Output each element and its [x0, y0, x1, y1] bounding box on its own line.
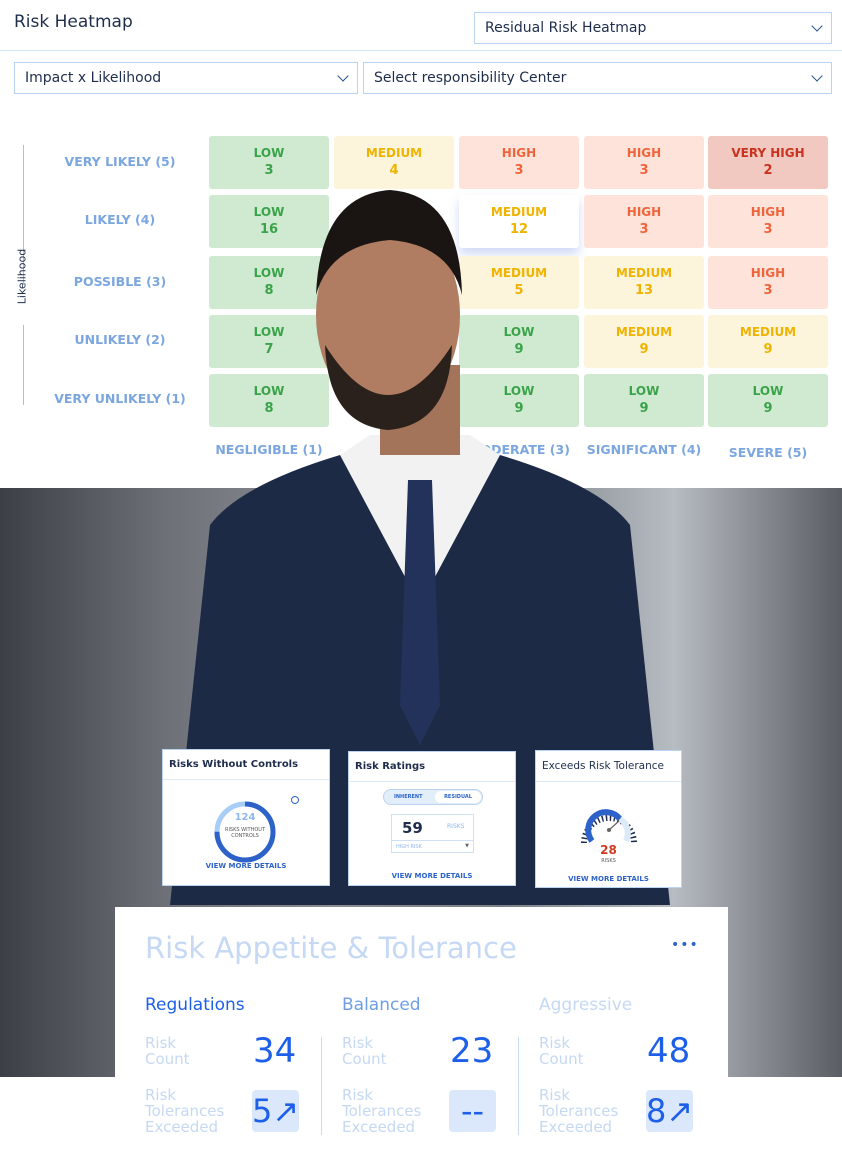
risk-count-value: 34	[253, 1031, 297, 1071]
axis-line	[23, 325, 24, 405]
tolerances-exceeded-label: Risk Tolerances Exceeded	[539, 1086, 619, 1136]
cell-level: HIGH	[750, 205, 786, 219]
cell-count: 2	[763, 163, 773, 178]
risk-ratings-card: Risk Ratings INHERENT RESIDUAL 59 RISKS …	[348, 751, 516, 886]
cell-level: MEDIUM	[365, 146, 423, 160]
cell-count: 4	[389, 163, 399, 178]
cell-count: 9	[763, 342, 773, 357]
risk-count-label: Risk Count	[342, 1034, 387, 1068]
column-title: Regulations	[145, 995, 245, 1015]
cell-level: LOW	[752, 384, 784, 398]
tolerance-unit: RISKS	[601, 858, 616, 864]
cell-level: HIGH	[626, 146, 662, 160]
y-axis-label: Likelihood	[15, 248, 29, 305]
cell-level: MEDIUM	[739, 325, 797, 339]
cell-count: 3	[763, 222, 773, 237]
rating-toggle[interactable]: INHERENT RESIDUAL	[383, 789, 483, 805]
heatmap-cell[interactable]: HIGH 3	[708, 256, 828, 309]
donut-label: RISKS WITHOUT CONTROLS	[224, 827, 266, 839]
donut-value: 124	[234, 812, 256, 823]
cell-count: 3	[763, 283, 773, 298]
risk-count: 59	[402, 819, 423, 837]
divider	[321, 1037, 322, 1135]
view-more-details-link[interactable]: VIEW MORE DETAILS	[536, 875, 681, 883]
tolerances-exceeded-badge[interactable]: 8↗	[646, 1090, 693, 1132]
risk-count-label: Risk Count	[539, 1034, 584, 1068]
cell-level: HIGH	[750, 266, 786, 280]
responsibility-center-value: Select responsibility Center	[374, 70, 567, 86]
page-title: Risk Heatmap	[14, 12, 133, 32]
cell-level: HIGH	[501, 146, 537, 160]
heatmap-cell[interactable]: LOW 9	[708, 374, 828, 427]
chevron-down-icon	[811, 70, 823, 82]
heatmap-cell[interactable]: LOW 3	[209, 136, 329, 189]
column-title: Aggressive	[539, 995, 633, 1015]
risk-count-label: Risk Count	[145, 1034, 190, 1068]
tab-residual[interactable]: RESIDUAL	[435, 791, 481, 803]
tolerances-exceeded-label: Risk Tolerances Exceeded	[342, 1086, 422, 1136]
divider	[0, 50, 842, 51]
divider	[518, 1037, 519, 1135]
heatmap-type-value: Residual Risk Heatmap	[485, 20, 647, 36]
view-more-details-link[interactable]: VIEW MORE DETAILS	[349, 872, 515, 880]
view-more-details-link[interactable]: VIEW MORE DETAILS	[163, 862, 329, 870]
heatmap-cell[interactable]: HIGH 3	[459, 136, 579, 189]
responsibility-center-select[interactable]: Select responsibility Center	[363, 62, 832, 94]
risk-level-value: HIGH RISK	[396, 844, 422, 850]
heatmap-type-select[interactable]: Residual Risk Heatmap	[474, 12, 832, 44]
matrix-select[interactable]: Impact x Likelihood	[14, 62, 358, 94]
risk-count-value: 48	[647, 1031, 691, 1071]
tolerance-count: 28	[600, 843, 617, 857]
caret-down-icon: ▼	[465, 843, 469, 849]
heatmap-cell[interactable]: HIGH 3	[708, 195, 828, 248]
risk-level-select[interactable]: HIGH RISK ▼	[392, 840, 473, 852]
more-options-icon[interactable]: •••	[671, 937, 699, 953]
card-title: Risks Without Controls	[163, 750, 329, 780]
heatmap-cell[interactable]: VERY HIGH 2	[708, 136, 828, 189]
heatmap-cell[interactable]: MEDIUM 9	[708, 315, 828, 368]
tolerances-exceeded-badge[interactable]: --	[449, 1090, 496, 1132]
card-title: Risk Ratings	[349, 752, 515, 782]
tolerances-exceeded-badge[interactable]: 5↗	[252, 1090, 299, 1132]
matrix-value: Impact x Likelihood	[25, 70, 162, 86]
cell-count: 3	[264, 163, 274, 178]
exceeds-risk-tolerance-card: Exceeds Risk Tolerance 28 RISKS VIEW MOR…	[535, 750, 682, 888]
cell-level: LOW	[253, 146, 285, 160]
risk-unit: RISKS	[447, 823, 465, 830]
card-title: Exceeds Risk Tolerance	[536, 751, 681, 782]
risk-count-box: 59 RISKS HIGH RISK ▼	[391, 814, 474, 853]
chevron-down-icon	[811, 20, 823, 32]
risks-without-controls-card: Risks Without Controls 124 RISKS WITHOUT…	[162, 749, 330, 886]
panel-title: Risk Appetite & Tolerance	[145, 931, 517, 965]
tab-inherent[interactable]: INHERENT	[394, 794, 423, 800]
tolerances-exceeded-label: Risk Tolerances Exceeded	[145, 1086, 225, 1136]
risk-appetite-panel: Risk Appetite & Tolerance ••• Regulation…	[115, 907, 728, 1164]
heatmap-cell[interactable]: HIGH 3	[584, 136, 704, 189]
column-title: Balanced	[342, 995, 421, 1015]
cell-count: 9	[763, 401, 773, 416]
cell-count: 3	[639, 163, 649, 178]
chevron-down-icon	[337, 70, 349, 82]
cell-level: VERY HIGH	[731, 146, 805, 160]
row-label: VERY LIKELY (5)	[64, 154, 176, 169]
info-icon[interactable]	[291, 796, 299, 804]
heatmap-cell[interactable]: MEDIUM 4	[334, 136, 454, 189]
cell-count: 3	[514, 163, 524, 178]
risk-count-value: 23	[450, 1031, 494, 1071]
column-label: SEVERE (5)	[728, 445, 808, 460]
